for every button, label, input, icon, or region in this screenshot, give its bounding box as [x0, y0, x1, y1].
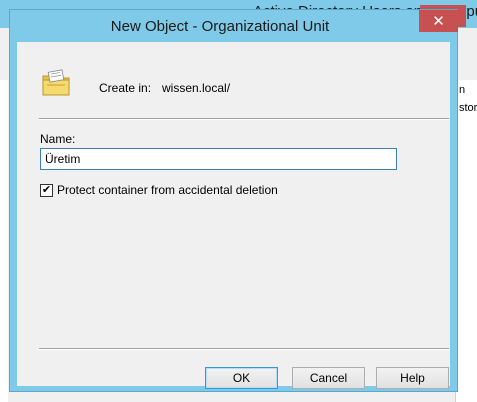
protect-checkbox-row[interactable]: ✔ Protect container from accidental dele…: [40, 183, 278, 197]
dialog-body: Create in: wissen.local/ Name: Üretim ✔ …: [17, 42, 450, 389]
dialog-close-button[interactable]: ✕: [419, 10, 458, 32]
name-label: Name:: [40, 132, 76, 146]
create-in-path: wissen.local/: [162, 81, 231, 95]
help-button[interactable]: Help: [376, 367, 449, 389]
ok-button[interactable]: OK: [205, 367, 278, 389]
cancel-button[interactable]: Cancel: [292, 367, 365, 389]
protect-checkbox-label: Protect container from accidental deleti…: [57, 183, 278, 197]
name-input[interactable]: Üretim: [40, 148, 397, 170]
protect-checkbox[interactable]: ✔: [40, 183, 53, 197]
dialog-title: New Object - Organizational Unit: [110, 18, 330, 35]
create-in-label: Create in:: [99, 81, 152, 95]
background-column-fragment-1: n: [459, 84, 466, 96]
checkmark-icon: ✔: [41, 183, 52, 196]
background-right-pane: n stor: [455, 80, 477, 402]
background-column-fragment-2: stor: [459, 102, 477, 114]
close-icon: ✕: [432, 13, 445, 30]
organizational-unit-folder-icon: [42, 69, 70, 96]
background-left-pane: [0, 80, 8, 402]
bottom-separator: [39, 348, 449, 350]
new-ou-dialog: New Object - Organizational Unit ✕ Creat…: [9, 9, 458, 392]
top-separator: [39, 118, 449, 120]
